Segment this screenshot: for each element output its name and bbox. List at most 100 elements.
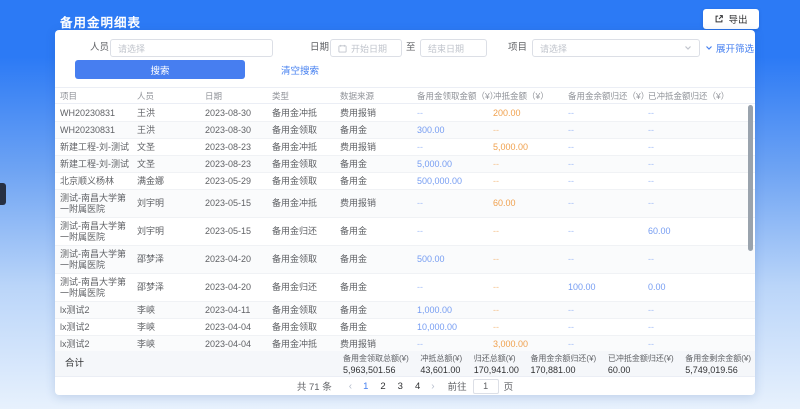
cell-offset: -- — [493, 156, 568, 172]
summary-item-label: 已冲抵金额归还(¥) — [608, 353, 674, 364]
cell-date: 2023-04-04 — [205, 319, 272, 335]
person-label: 人员 — [90, 38, 109, 58]
cell-person: 李峡 — [137, 302, 205, 318]
column-header: 类型 — [272, 90, 340, 102]
cell-person: 文圣 — [137, 156, 205, 172]
cell-date: 2023-08-23 — [205, 139, 272, 155]
content-card: 人员 请选择 日期 开始日期 至 结束日期 项目 请选择 — [55, 30, 755, 395]
summary-item: 冲抵总额(¥)43,601.00 — [420, 353, 462, 375]
person-select[interactable]: 请选择 — [110, 39, 273, 57]
drawer-handle[interactable] — [0, 183, 6, 205]
cell-type: 备用金领取 — [272, 156, 340, 172]
cell-source: 费用报销 — [340, 105, 417, 121]
cell-offset: -- — [493, 173, 568, 189]
cell-offset_return: -- — [648, 319, 750, 335]
date-start-placeholder: 开始日期 — [351, 42, 387, 55]
column-header: 备用金领取金额（¥） — [417, 90, 493, 102]
cell-person: 文圣 — [137, 139, 205, 155]
cell-project: 北京顺义杨林 — [60, 173, 137, 189]
table-row: lx测试2李峡2023-04-04备用金领取备用金10,000.00------ — [55, 319, 755, 336]
summary-item-value: 5,749,019.56 — [685, 365, 751, 375]
summary-item-value: 170,941.00 — [474, 365, 519, 375]
cell-offset_return: -- — [648, 105, 750, 121]
prev-page-button[interactable]: ‹ — [349, 381, 352, 392]
clear-search-link[interactable]: 清空搜索 — [281, 63, 319, 77]
cell-offset_return: -- — [648, 173, 750, 189]
cell-offset: -- — [493, 302, 568, 318]
summary-item-value: 60.00 — [608, 365, 674, 375]
cell-type: 备用金冲抵 — [272, 139, 340, 155]
cell-project: 新建工程-刘-测试 — [60, 156, 137, 172]
calendar-icon — [338, 44, 347, 53]
cell-person: 刘宇明 — [137, 196, 205, 212]
cell-date: 2023-04-04 — [205, 336, 272, 351]
cell-received: 1,000.00 — [417, 302, 493, 318]
cell-date: 2023-05-15 — [205, 196, 272, 212]
date-start-input[interactable]: 开始日期 — [330, 39, 402, 57]
table-row: lx测试2李峡2023-04-11备用金领取备用金1,000.00------ — [55, 302, 755, 319]
column-header: 数据来源 — [340, 90, 417, 102]
summary-item-value: 170,881.00 — [530, 365, 596, 375]
cell-received: 500,000.00 — [417, 173, 493, 189]
cell-offset_return: -- — [648, 156, 750, 172]
expand-filters-link[interactable]: 展开筛选 — [705, 38, 754, 58]
next-page-button[interactable]: › — [431, 381, 434, 392]
filter-bar: 人员 请选择 日期 开始日期 至 结束日期 项目 请选择 — [55, 38, 755, 58]
cell-offset_return: -- — [648, 336, 750, 351]
summary-item-label: 备用金剩余金额(¥) — [685, 353, 751, 364]
project-select[interactable]: 请选择 — [532, 39, 700, 57]
cell-balance_return: -- — [568, 196, 648, 212]
cell-type: 备用金领取 — [272, 302, 340, 318]
cell-balance_return: -- — [568, 252, 648, 268]
search-button[interactable]: 搜索 — [75, 60, 245, 79]
cell-person: 李峡 — [137, 319, 205, 335]
cell-date: 2023-04-20 — [205, 280, 272, 296]
table-row: 北京顺义杨林满金娜2023-05-29备用金领取备用金500,000.00---… — [55, 173, 755, 190]
export-button[interactable]: 导出 — [703, 9, 759, 29]
cell-offset: -- — [493, 122, 568, 138]
cell-received: -- — [417, 336, 493, 351]
cell-person: 王洪 — [137, 105, 205, 121]
person-placeholder: 请选择 — [118, 42, 145, 55]
cell-balance_return: -- — [568, 319, 648, 335]
page-number[interactable]: 1 — [363, 381, 368, 392]
project-placeholder: 请选择 — [540, 42, 567, 55]
cell-date: 2023-08-23 — [205, 156, 272, 172]
cell-type: 备用金归还 — [272, 224, 340, 240]
cell-date: 2023-05-29 — [205, 173, 272, 189]
table-row: 测试-南昌大学第一附属医院邵梦泽2023-04-20备用金归还备用金----10… — [55, 274, 755, 302]
cell-type: 备用金冲抵 — [272, 336, 340, 351]
cell-balance_return: -- — [568, 122, 648, 138]
cell-received: -- — [417, 139, 493, 155]
vertical-scrollbar[interactable] — [748, 105, 753, 251]
cell-project: 测试-南昌大学第一附属医院 — [60, 218, 137, 245]
date-end-input[interactable]: 结束日期 — [420, 39, 487, 57]
page-number[interactable]: 3 — [398, 381, 403, 392]
cell-source: 备用金 — [340, 302, 417, 318]
summary-item: 已冲抵金额归还(¥)60.00 — [608, 353, 674, 375]
cell-balance_return: -- — [568, 139, 648, 155]
column-header: 项目 — [60, 90, 137, 102]
summary-row: 合计 备用金领取总额(¥)5,963,501.56冲抵总额(¥)43,601.0… — [55, 351, 755, 377]
cell-date: 2023-04-11 — [205, 302, 272, 318]
cell-balance_return: -- — [568, 105, 648, 121]
table-row: WH20230831王洪2023-08-30备用金冲抵费用报销--200.00-… — [55, 105, 755, 122]
cell-type: 备用金领取 — [272, 173, 340, 189]
cell-offset_return: -- — [648, 302, 750, 318]
cell-offset_return: -- — [648, 196, 750, 212]
goto-page-input[interactable] — [473, 379, 499, 394]
cell-source: 费用报销 — [340, 196, 417, 212]
cell-offset: -- — [493, 319, 568, 335]
cell-type: 备用金冲抵 — [272, 196, 340, 212]
cell-balance_return: -- — [568, 156, 648, 172]
cell-type: 备用金归还 — [272, 280, 340, 296]
cell-received: -- — [417, 224, 493, 240]
cell-source: 费用报销 — [340, 336, 417, 351]
date-label: 日期 — [310, 38, 329, 58]
cell-project: WH20230831 — [60, 122, 137, 138]
cell-source: 备用金 — [340, 224, 417, 240]
page-number[interactable]: 4 — [415, 381, 420, 392]
table-row: 新建工程-刘-测试文圣2023-08-23备用金冲抵费用报销--5,000.00… — [55, 139, 755, 156]
cell-source: 备用金 — [340, 319, 417, 335]
page-number[interactable]: 2 — [380, 381, 385, 392]
